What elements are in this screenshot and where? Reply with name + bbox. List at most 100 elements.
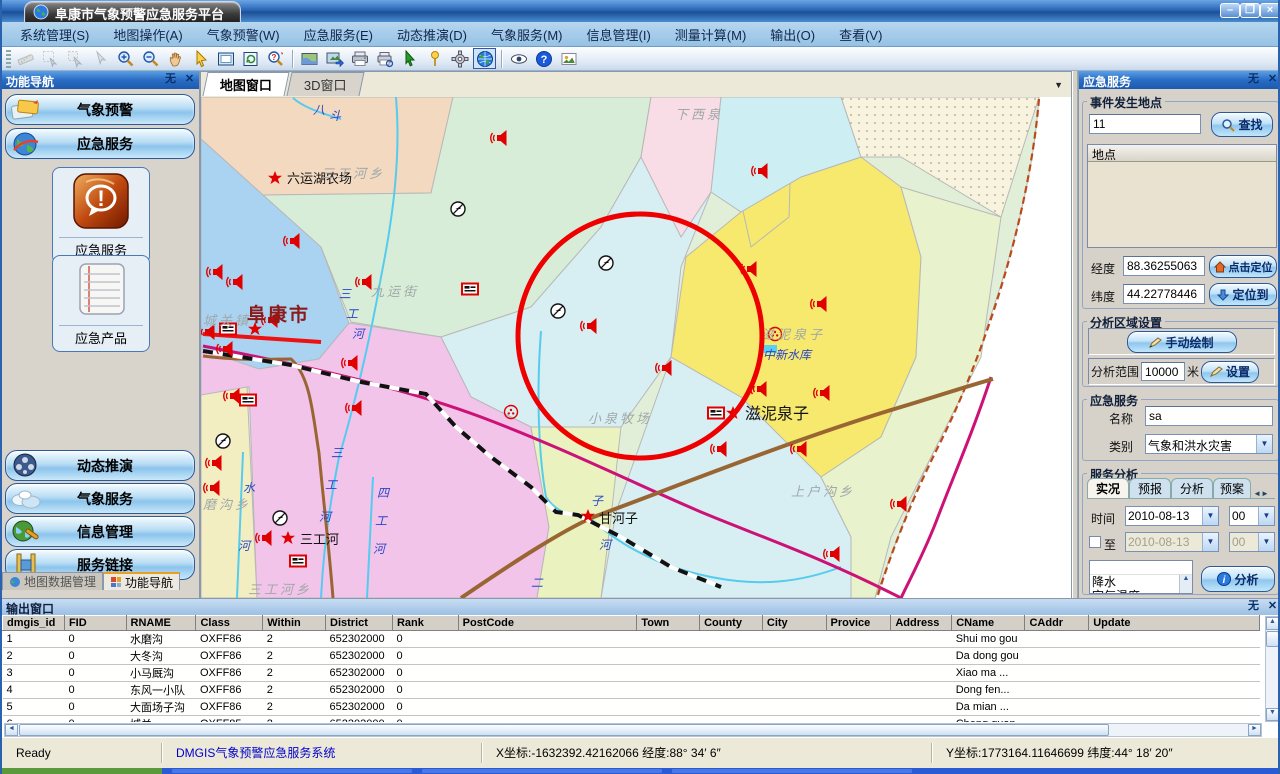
nav-group-info-management[interactable]: 信息管理 (5, 516, 195, 547)
table-vscrollbar[interactable]: ▲ ▼ (1265, 616, 1280, 722)
export-map-icon[interactable] (323, 48, 346, 69)
select-box-icon[interactable] (39, 48, 62, 69)
hour-to-select[interactable]: 00▼ (1229, 532, 1275, 552)
set-range-button[interactable]: 设置 (1201, 361, 1259, 383)
location-list-body[interactable] (1088, 162, 1276, 247)
nav-group-emergency-service[interactable]: 应急服务 (5, 128, 195, 159)
column-header[interactable]: CAddr (1025, 616, 1089, 631)
tab-live[interactable]: 实况 (1087, 478, 1129, 498)
column-header[interactable]: RNAME (126, 616, 196, 631)
lon-input[interactable] (1123, 256, 1205, 276)
tool-emergency-product[interactable]: 应急产品 (52, 255, 150, 352)
map-tab-dropdown-icon[interactable]: ▼ (1054, 80, 1063, 90)
pin-icon[interactable]: 无 (1247, 73, 1260, 86)
menu-item[interactable]: 气象服务(M) (479, 22, 575, 47)
pointer-icon[interactable] (189, 48, 212, 69)
nav-group-dynamic-deduction[interactable]: 动态推演 (5, 450, 195, 481)
table-row[interactable]: 50大面场子沟OXFF8626523020000Da mian ... (3, 699, 1260, 716)
pan-icon[interactable] (164, 48, 187, 69)
column-header[interactable]: City (762, 616, 826, 631)
close-icon[interactable]: ✕ (1266, 73, 1279, 86)
column-header[interactable]: PostCode (458, 616, 637, 631)
table-row[interactable]: 20大冬沟OXFF8626523020000Da dong gou (3, 648, 1260, 665)
restore-button[interactable]: ❐ (1240, 3, 1260, 18)
settings-icon[interactable] (448, 48, 471, 69)
element-listbox[interactable]: 降水空气温度 ▲ (1089, 560, 1193, 594)
nav-group-weather-warning[interactable]: 气象预警 (5, 94, 195, 125)
toolbar-grip[interactable] (6, 50, 11, 68)
location-search-input[interactable] (1089, 114, 1201, 134)
scroll-right-icon[interactable]: ► (1248, 724, 1261, 736)
tab-scroll-left-icon[interactable]: ◄ (1253, 489, 1261, 498)
analyze-button[interactable]: i 分析 (1201, 566, 1275, 592)
column-header[interactable]: County (700, 616, 763, 631)
tool-emergency-service[interactable]: ! 应急服务 (52, 167, 150, 264)
column-header[interactable]: Rank (392, 616, 458, 631)
table-row[interactable]: 60城关OXFF8526523020000Cheng guan (3, 716, 1260, 723)
column-header[interactable]: CName (952, 616, 1025, 631)
menu-item[interactable]: 输出(O) (758, 22, 827, 47)
locate-button[interactable]: 点击定位 (1209, 255, 1277, 278)
column-header[interactable]: dmgis_id (3, 616, 65, 631)
add-image-icon[interactable] (557, 48, 580, 69)
goto-button[interactable]: 定位到 (1209, 283, 1277, 306)
result-table[interactable]: dmgis_idFIDRNAMEClassWithinDistrictRankP… (2, 615, 1260, 722)
scroll-down-icon[interactable]: ▼ (1266, 708, 1279, 721)
menu-item[interactable]: 查看(V) (827, 22, 894, 47)
menu-item[interactable]: 应急服务(E) (292, 22, 385, 47)
zoom-out-icon[interactable] (139, 48, 162, 69)
date-to-select[interactable]: 2010-08-13▼ (1125, 532, 1219, 552)
zoom-in-icon[interactable] (114, 48, 137, 69)
date-select[interactable]: 2010-08-13▼ (1125, 506, 1219, 526)
menu-item[interactable]: 系统管理(S) (8, 22, 101, 47)
globe-service-icon[interactable] (473, 48, 496, 69)
map-canvas[interactable]: 六运湖农场三工河乡下西泉九运街城关镇阜康市小泉牧场滋泥泉子中新水库滋泥泉子上户沟… (201, 97, 1071, 598)
pin-icon[interactable]: 无 (1247, 600, 1260, 613)
list-item[interactable]: 空气温度 (1092, 589, 1192, 594)
menu-item[interactable]: 地图操作(A) (101, 22, 194, 47)
select-feature-icon[interactable] (398, 48, 421, 69)
range-input[interactable] (1141, 362, 1185, 381)
identify-icon[interactable]: ? (264, 48, 287, 69)
hscroll-thumb[interactable] (19, 724, 1109, 736)
column-header[interactable]: Provice (826, 616, 891, 631)
close-icon[interactable]: ✕ (183, 73, 196, 86)
help-icon[interactable]: ? (532, 48, 555, 69)
column-header[interactable]: Update (1089, 616, 1260, 631)
minimize-button[interactable]: – (1220, 3, 1240, 18)
tab-scroll-right-icon[interactable]: ► (1261, 489, 1269, 498)
table-row[interactable]: 10水磨沟OXFF8626523020000Shui mo gou (3, 631, 1260, 648)
tab-map-view[interactable]: 地图窗口 (202, 72, 289, 96)
tab-forecast[interactable]: 预报 (1129, 478, 1171, 498)
placemark-icon[interactable] (423, 48, 446, 69)
list-item[interactable]: 降水 (1092, 575, 1192, 589)
table-hscrollbar[interactable]: ◄ ► (4, 723, 1262, 737)
select-pointer-icon[interactable] (89, 48, 112, 69)
menu-item[interactable]: 气象预警(W) (195, 22, 292, 47)
menu-item[interactable]: 信息管理(I) (575, 22, 663, 47)
print-preview-icon[interactable] (373, 48, 396, 69)
overview-map-icon[interactable] (298, 48, 321, 69)
refresh-icon[interactable] (239, 48, 262, 69)
column-header[interactable]: Class (196, 616, 263, 631)
tab-map-data-management[interactable]: 地图数据管理 (2, 572, 103, 590)
close-button[interactable]: × (1260, 3, 1280, 18)
tab-function-nav[interactable]: 功能导航 (103, 572, 180, 590)
table-row[interactable]: 30小马厩沟OXFF8626523020000Xiao ma ... (3, 665, 1260, 682)
listbox-scrollbar[interactable]: ▲ (1179, 575, 1192, 593)
service-name-input[interactable] (1145, 406, 1273, 426)
column-header[interactable]: District (326, 616, 393, 631)
tab-plan[interactable]: 预案 (1213, 478, 1251, 498)
scroll-up-icon[interactable]: ▲ (1266, 617, 1279, 630)
print-icon[interactable] (348, 48, 371, 69)
nav-group-weather-service[interactable]: 气象服务 (5, 483, 195, 514)
pin-icon[interactable]: 无 (164, 73, 177, 86)
measure-icon[interactable] (14, 48, 37, 69)
manual-draw-button[interactable]: 手动绘制 (1127, 331, 1237, 353)
hour-select[interactable]: 00▼ (1229, 506, 1275, 526)
find-button[interactable]: 查找 (1211, 112, 1273, 137)
tab-3d-view[interactable]: 3D窗口 (286, 72, 364, 96)
tab-analysis[interactable]: 分析 (1171, 478, 1213, 498)
to-checkbox[interactable] (1089, 536, 1101, 548)
visibility-icon[interactable] (507, 48, 530, 69)
